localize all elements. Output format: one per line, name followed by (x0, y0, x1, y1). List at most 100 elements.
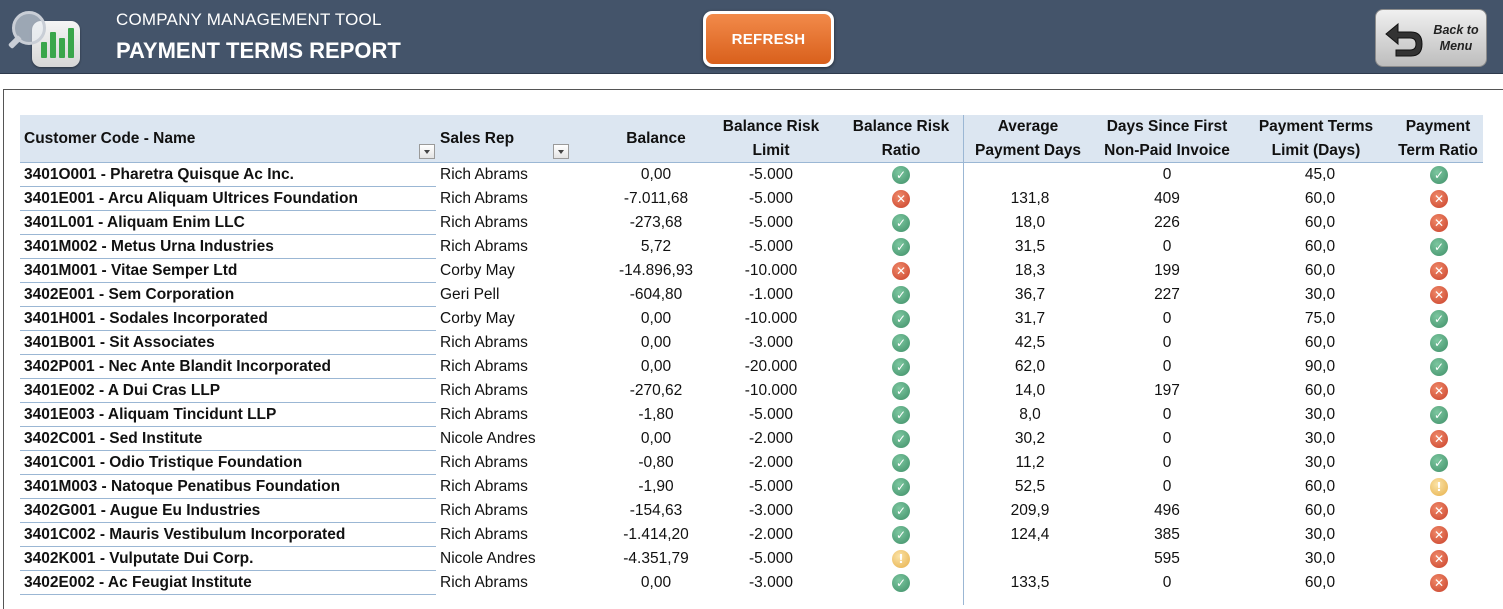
balance-risk-status-cell: ✓ (890, 475, 912, 499)
sales-rep-cell: Rich Abrams (440, 214, 528, 231)
customer-name-cell: 3401C001 - Odio Tristique Foundation (24, 454, 303, 471)
balance-risk-status-cell: ✕ (890, 259, 912, 283)
sales-rep-cell: Corby May (440, 310, 515, 327)
balance-risk-status-cell: ✓ (890, 523, 912, 547)
cross-icon: ✕ (1430, 382, 1448, 400)
balance-risk-limit-cell: -10.000 (744, 382, 798, 399)
average-payment-days-cell: 30,2 (1014, 430, 1046, 447)
sales-rep-cell: Rich Abrams (440, 238, 528, 255)
sales-rep-cell: Rich Abrams (440, 382, 528, 399)
cross-icon: ✕ (1430, 526, 1448, 544)
row-divider (20, 594, 436, 595)
check-icon: ✓ (1430, 166, 1448, 184)
payment-terms-limit-cell: 60,0 (1304, 190, 1336, 207)
table-row[interactable]: 3401H001 - Sodales Incorporated Corby May… (20, 307, 1483, 331)
cross-icon: ✕ (1430, 430, 1448, 448)
days-since-first-nonpaid-cell: 385 (1154, 526, 1180, 543)
app-title: COMPANY MANAGEMENT TOOL (116, 10, 382, 29)
balance-risk-status-cell: ✓ (890, 403, 912, 427)
check-icon: ✓ (892, 310, 910, 328)
customer-name-cell: 3402E001 - Sem Corporation (24, 286, 235, 303)
table-row[interactable]: 3401E002 - A Dui Cras LLP Rich Abrams -270… (20, 379, 1483, 403)
payment-terms-limit-cell: 30,0 (1304, 430, 1336, 447)
sales-rep-cell: Rich Abrams (440, 526, 528, 543)
column-header-payment-terms-limit: Payment Terms Limit (Days) (1258, 118, 1374, 159)
check-icon: ✓ (1430, 406, 1448, 424)
table-row[interactable]: 3401M002 - Metus Urna Industries Rich Abr… (20, 235, 1483, 259)
balance-cell: -14.896,93 (618, 262, 694, 279)
sales-rep-cell: Nicole Andres (440, 430, 536, 447)
payment-term-status-cell: ✓ (1428, 307, 1450, 331)
payment-terms-limit-cell: 30,0 (1304, 526, 1336, 543)
refresh-button[interactable]: REFRESH (703, 11, 834, 67)
title-bar: COMPANY MANAGEMENT TOOL PAYMENT TERMS RE… (0, 0, 1503, 74)
sales-rep-cell: Rich Abrams (440, 166, 528, 183)
table-row[interactable]: 3401M001 - Vitae Semper Ltd Corby May -14.… (20, 259, 1483, 283)
balance-risk-status-cell: ! (890, 547, 912, 571)
balance-cell: 0,00 (640, 358, 672, 375)
check-icon: ✓ (892, 478, 910, 496)
payment-term-status-cell: ✕ (1428, 427, 1450, 451)
customer-name-cell: 3402E002 - Ac Feugiat Institute (24, 574, 252, 591)
balance-risk-status-cell: ✓ (890, 211, 912, 235)
table-row[interactable]: 3401L001 - Aliquam Enim LLC Rich Abrams -2… (20, 211, 1483, 235)
balance-risk-limit-cell: -5.000 (749, 238, 793, 255)
check-icon: ✓ (892, 358, 910, 376)
column-header-balance-risk-ratio: Balance Risk Ratio (852, 118, 950, 159)
balance-risk-limit-cell: -3.000 (749, 334, 793, 351)
table-row[interactable]: 3402E001 - Sem Corporation Geri Pell -604,… (20, 283, 1483, 307)
balance-cell: -270,62 (629, 382, 683, 399)
table-row[interactable]: 3402E002 - Ac Feugiat Institute Rich Abra… (20, 571, 1483, 595)
customer-filter-dropdown[interactable] (419, 144, 435, 159)
table-body: 3401O001 - Pharetra Quisque Ac Inc. Rich … (20, 163, 1483, 595)
balance-risk-limit-cell: -5.000 (749, 550, 793, 567)
table-row[interactable]: 3401B001 - Sit Associates Rich Abrams 0,00… (20, 331, 1483, 355)
payment-terms-limit-cell: 60,0 (1304, 214, 1336, 231)
balance-risk-limit-cell: -5.000 (749, 478, 793, 495)
table-row[interactable]: 3401O001 - Pharetra Quisque Ac Inc. Rich … (20, 163, 1483, 187)
balance-risk-status-cell: ✓ (890, 163, 912, 187)
average-payment-days-cell: 8,0 (1019, 406, 1041, 423)
customer-name-cell: 3401M003 - Natoque Penatibus Foundation (24, 478, 341, 495)
check-icon: ✓ (892, 214, 910, 232)
table-row[interactable]: 3401E003 - Aliquam Tincidunt LLP Rich Abr… (20, 403, 1483, 427)
table-row[interactable]: 3402C001 - Sed Institute Nicole Andres 0,0… (20, 427, 1483, 451)
sales-rep-cell: Nicole Andres (440, 550, 536, 567)
average-payment-days-cell: 124,4 (1010, 526, 1050, 543)
days-since-first-nonpaid-cell: 496 (1154, 502, 1180, 519)
payment-terms-limit-cell: 30,0 (1304, 286, 1336, 303)
payment-terms-limit-cell: 60,0 (1304, 502, 1336, 519)
page-title: PAYMENT TERMS REPORT (116, 38, 401, 63)
days-since-first-nonpaid-cell: 226 (1154, 214, 1180, 231)
payment-term-status-cell: ✕ (1428, 211, 1450, 235)
back-to-menu-button[interactable]: Back to Menu (1375, 9, 1487, 67)
balance-risk-limit-cell: -5.000 (749, 166, 793, 183)
average-payment-days-cell: 11,2 (1015, 454, 1045, 471)
table-row[interactable]: 3402G001 - Augue Eu Industries Rich Abram… (20, 499, 1483, 523)
sales-rep-filter-dropdown[interactable] (553, 144, 569, 159)
days-since-first-nonpaid-cell: 0 (1162, 478, 1172, 495)
payment-term-status-cell: ! (1428, 475, 1450, 499)
days-since-first-nonpaid-cell: 0 (1162, 358, 1172, 375)
payment-terms-limit-cell: 60,0 (1304, 382, 1336, 399)
days-since-first-nonpaid-cell: 227 (1154, 286, 1180, 303)
check-icon: ✓ (892, 574, 910, 592)
payment-term-status-cell: ✓ (1428, 355, 1450, 379)
days-since-first-nonpaid-cell: 0 (1162, 166, 1172, 183)
table-row[interactable]: 3402K001 - Vulputate Dui Corp. Nicole And… (20, 547, 1483, 571)
balance-cell: -154,63 (629, 502, 683, 519)
table-row[interactable]: 3401C002 - Mauris Vestibulum Incorporate… (20, 523, 1483, 547)
balance-risk-limit-cell: -2.000 (749, 454, 793, 471)
customer-name-cell: 3402G001 - Augue Eu Industries (24, 502, 261, 519)
customer-name-cell: 3401C002 - Mauris Vestibulum Incorporate… (24, 526, 346, 543)
table-row[interactable]: 3401E001 - Arcu Aliquam Ultrices Foundat… (20, 187, 1483, 211)
table-row[interactable]: 3401M003 - Natoque Penatibus Foundation R… (20, 475, 1483, 499)
table-row[interactable]: 3402P001 - Nec Ante Blandit Incorporated… (20, 355, 1483, 379)
average-payment-days-cell: 62,0 (1014, 358, 1046, 375)
balance-risk-status-cell: ✓ (890, 355, 912, 379)
payment-terms-limit-cell: 60,0 (1304, 478, 1336, 495)
table-row[interactable]: 3401C001 - Odio Tristique Foundation Rich… (20, 451, 1483, 475)
app-logo-icon (7, 9, 84, 67)
sales-rep-cell: Rich Abrams (440, 502, 528, 519)
payment-terms-table: Customer Code - Name Sales Rep Balance B… (20, 115, 1483, 595)
